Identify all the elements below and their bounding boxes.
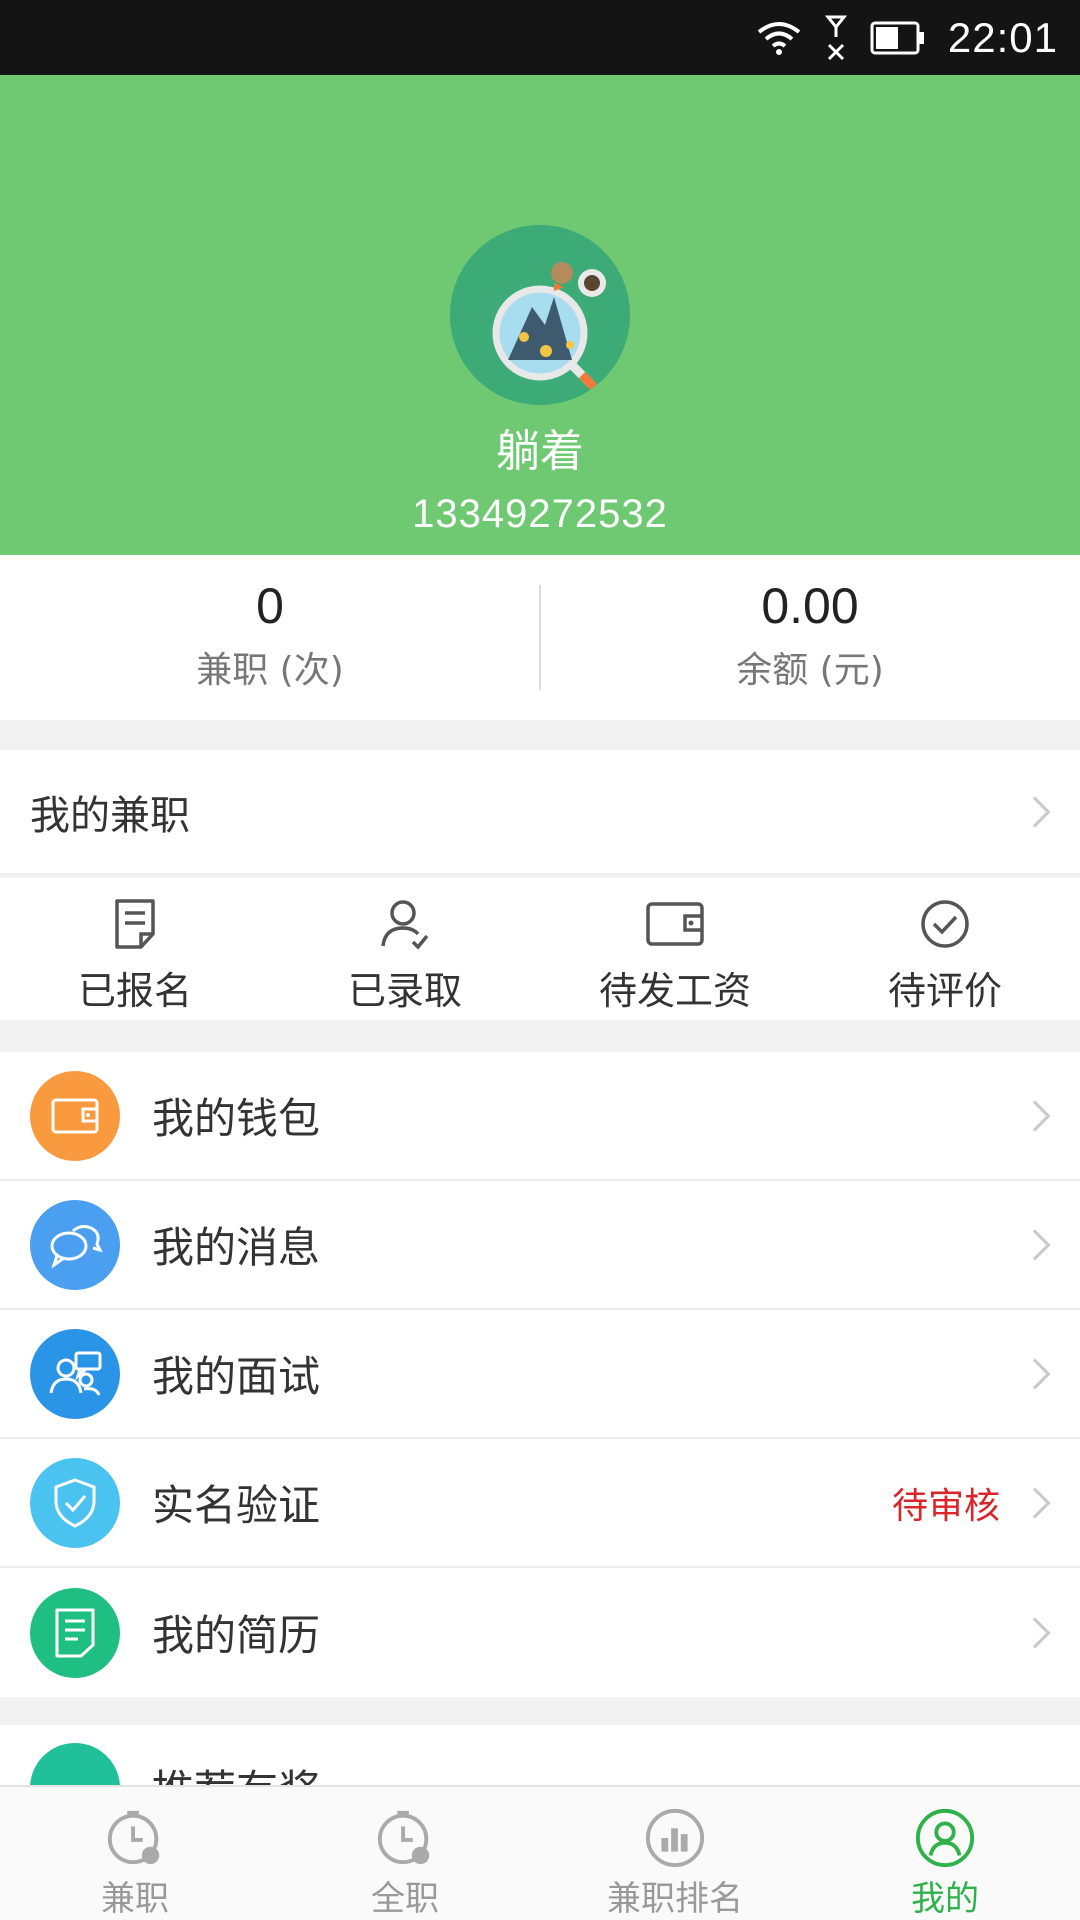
check-circle-icon bbox=[915, 896, 975, 952]
parttime-count-stat[interactable]: 0 兼职 (次) bbox=[0, 555, 540, 720]
menu-item-label: 我的简历 bbox=[152, 1611, 321, 1660]
menu-item-wallet[interactable]: 我的钱包 bbox=[0, 1052, 1080, 1181]
shortcut-admitted-label: 已录取 bbox=[347, 969, 462, 1013]
ranking-icon bbox=[645, 1808, 705, 1868]
share-icon bbox=[30, 1743, 120, 1785]
shortcut-pending-review[interactable]: 待评价 bbox=[810, 878, 1080, 1020]
menu-item-verification[interactable]: 实名验证 待审核 bbox=[0, 1439, 1080, 1568]
shortcut-registered[interactable]: 已报名 bbox=[0, 878, 270, 1020]
chevron-right-icon bbox=[1019, 1357, 1051, 1390]
tab-fulltime[interactable]: 全职 bbox=[270, 1787, 540, 1920]
tab-label: 我的 bbox=[911, 1879, 979, 1919]
profile-header: 躺着 13349272532 bbox=[0, 75, 1080, 555]
user-name: 躺着 bbox=[496, 426, 584, 477]
shortcut-pending-salary[interactable]: 待发工资 bbox=[540, 878, 810, 1020]
tab-label: 兼职 bbox=[101, 1879, 169, 1919]
chevron-right-icon bbox=[1019, 1228, 1051, 1261]
tab-label: 兼职排名 bbox=[607, 1879, 743, 1919]
balance-label: 余额 (元) bbox=[736, 650, 884, 691]
menu-item-referral[interactable]: 推荐有奖 bbox=[0, 1725, 1080, 1785]
menu-item-messages[interactable]: 我的消息 bbox=[0, 1181, 1080, 1310]
tab-parttime[interactable]: 兼职 bbox=[0, 1787, 270, 1920]
tab-mine[interactable]: 我的 bbox=[810, 1787, 1080, 1920]
shortcut-registered-label: 已报名 bbox=[77, 969, 192, 1013]
parttime-shortcuts: 已报名 已录取 待发工资 待评价 bbox=[0, 878, 1080, 1020]
fulltime-clock-icon bbox=[377, 1810, 430, 1865]
shortcut-pending-review-label: 待评价 bbox=[887, 969, 1002, 1013]
menu-item-resume[interactable]: 我的简历 bbox=[0, 1568, 1080, 1697]
interview-people-icon bbox=[30, 1328, 120, 1419]
shield-check-icon bbox=[30, 1457, 120, 1548]
my-parttime-row[interactable]: 我的兼职 bbox=[0, 750, 1080, 875]
verification-status-badge: 待审核 bbox=[891, 1485, 1000, 1527]
menu-item-label: 我的消息 bbox=[152, 1223, 321, 1272]
balance-value: 0.00 bbox=[761, 578, 859, 634]
chevron-right-icon bbox=[1019, 795, 1051, 828]
resume-document-icon bbox=[30, 1587, 120, 1678]
chevron-right-icon bbox=[1019, 1616, 1051, 1649]
wifi-icon bbox=[756, 20, 802, 56]
wallet-icon bbox=[30, 1070, 120, 1161]
menu-item-label: 我的面试 bbox=[152, 1352, 321, 1401]
parttime-count-value: 0 bbox=[256, 578, 284, 634]
menu-item-label: 推荐有奖 bbox=[152, 1757, 320, 1785]
avatar[interactable] bbox=[450, 225, 630, 405]
shortcut-pending-salary-label: 待发工资 bbox=[598, 969, 751, 1013]
user-phone: 13349272532 bbox=[412, 492, 668, 536]
wallet-icon bbox=[645, 896, 705, 952]
balance-stat[interactable]: 0.00 余额 (元) bbox=[540, 555, 1080, 720]
my-parttime-title: 我的兼职 bbox=[30, 792, 190, 839]
chevron-right-icon bbox=[1019, 1486, 1051, 1519]
shortcut-admitted[interactable]: 已录取 bbox=[270, 878, 540, 1020]
menu-item-interview[interactable]: 我的面试 bbox=[0, 1310, 1080, 1439]
clock-time: 22:01 bbox=[947, 13, 1058, 61]
profile-icon bbox=[915, 1808, 975, 1868]
tab-label: 全职 bbox=[371, 1879, 439, 1919]
registration-icon bbox=[105, 896, 165, 952]
chevron-right-icon bbox=[1019, 1099, 1051, 1132]
battery-icon bbox=[870, 20, 926, 56]
tab-ranking[interactable]: 兼职排名 bbox=[540, 1787, 810, 1920]
menu-list: 我的钱包 我的消息 我的面试 实名验证 待审核 我的简历 bbox=[0, 1052, 1080, 1697]
admitted-user-icon bbox=[375, 896, 435, 952]
bottom-tab-bar: 兼职 全职 兼职排名 我的 bbox=[0, 1785, 1080, 1920]
no-signal-icon bbox=[824, 15, 848, 61]
menu-item-label: 我的钱包 bbox=[152, 1094, 321, 1143]
status-bar: 22:01 bbox=[0, 0, 1080, 75]
menu-item-label: 实名验证 bbox=[152, 1481, 321, 1530]
chat-bubbles-icon bbox=[30, 1199, 120, 1290]
parttime-count-label: 兼职 (次) bbox=[196, 650, 344, 691]
stats-divider bbox=[539, 585, 541, 690]
parttime-clock-icon bbox=[107, 1810, 160, 1865]
